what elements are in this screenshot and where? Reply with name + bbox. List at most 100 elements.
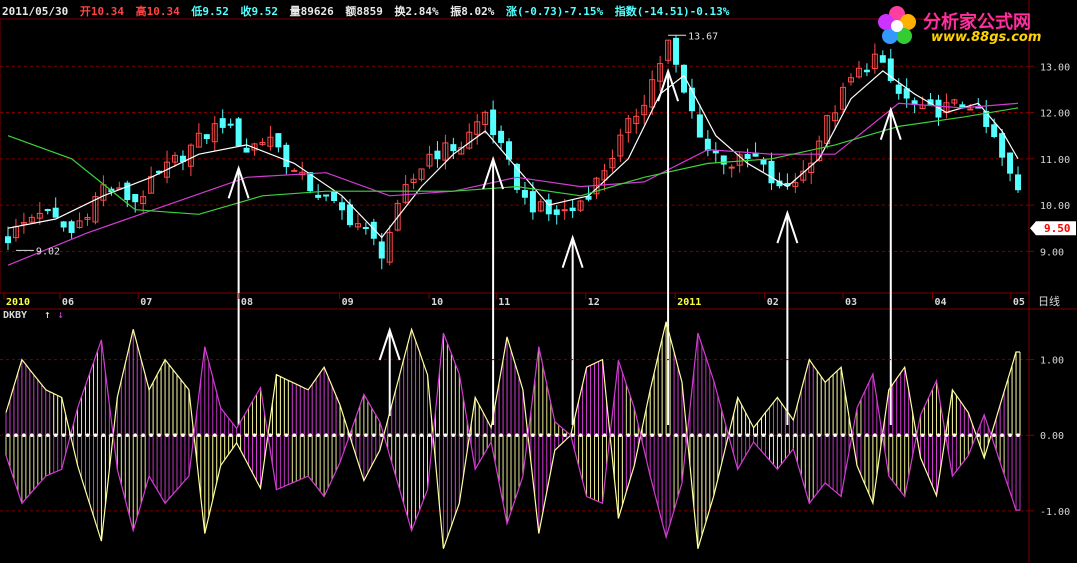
- zero-line-dot: [841, 433, 845, 438]
- zero-line-dot: [14, 433, 18, 438]
- zero-line-dot: [737, 433, 742, 438]
- min-price-label: 9.02: [36, 246, 60, 257]
- quote-change: 涨(-0.73)-7.15%: [505, 5, 604, 18]
- time-tick-label: 2010: [6, 297, 30, 308]
- zero-line-dot: [865, 433, 869, 438]
- candle-body: [545, 199, 552, 215]
- zero-line-dot: [316, 433, 320, 438]
- candle-body: [323, 194, 330, 197]
- moving-average-line: [7, 102, 1019, 266]
- legend-up-arrow-icon: ↑: [44, 308, 51, 321]
- zero-line-dot: [69, 433, 74, 438]
- candle-body: [521, 190, 528, 198]
- zero-line-dot: [165, 433, 169, 438]
- zero-line-dot: [523, 433, 527, 438]
- zero-line-dot: [252, 433, 257, 438]
- zero-line-dot: [801, 433, 806, 438]
- time-tick-label: 04: [935, 297, 947, 308]
- candle-body: [895, 84, 902, 94]
- candle-body: [339, 202, 346, 211]
- candle-body: [315, 194, 322, 198]
- time-tick-label: 02: [767, 297, 779, 308]
- zero-line-dot: [181, 433, 185, 438]
- zero-line-dot: [857, 433, 861, 438]
- zero-line-dot: [205, 433, 209, 438]
- candle-body: [346, 204, 353, 226]
- zero-line-dot: [610, 433, 615, 438]
- price-tick-label: 12.00: [1040, 109, 1070, 120]
- zero-line-dot: [212, 433, 217, 438]
- zero-line-dot: [244, 433, 249, 438]
- time-tick-label: 2011: [677, 297, 701, 308]
- candle-body: [283, 144, 290, 168]
- site-logo[interactable]: 分析家公式网 www.88gs.com: [875, 2, 1071, 50]
- zero-line-dot: [308, 433, 312, 438]
- moving-average-lines: [7, 70, 1019, 266]
- quote-volume: 量89626: [289, 5, 334, 18]
- zero-line-dot: [769, 433, 774, 438]
- zero-line-dot: [435, 433, 440, 438]
- moving-average-line: [7, 107, 1019, 215]
- zero-line-dot: [531, 433, 535, 438]
- zero-line-dot: [45, 433, 50, 438]
- zero-line-dot: [109, 433, 114, 438]
- candle-body: [498, 130, 505, 143]
- zero-line-dot: [706, 433, 710, 438]
- zero-line-dot: [658, 433, 662, 438]
- zero-line-dot: [220, 433, 225, 438]
- indicator-name: DKBY: [3, 310, 28, 321]
- candle-body: [529, 191, 536, 213]
- candle-body: [696, 114, 703, 138]
- zero-line-dot: [817, 433, 821, 438]
- zero-line-dot: [467, 433, 472, 438]
- zero-line-dot: [729, 433, 734, 438]
- time-tick-label: 06: [62, 297, 74, 308]
- zero-line-dot: [117, 433, 122, 438]
- candle-body: [219, 118, 226, 128]
- zero-line-dot: [419, 433, 424, 438]
- zero-line-dot: [515, 433, 519, 438]
- zero-line-dot: [133, 433, 138, 438]
- zero-line-dot: [387, 433, 392, 438]
- candle-body: [704, 138, 711, 151]
- time-tick-label: 09: [342, 297, 354, 308]
- zero-line-dot: [173, 433, 177, 438]
- candle-body: [203, 134, 210, 140]
- zero-line-dot: [149, 433, 153, 438]
- quote-amount: 额8859: [345, 5, 383, 18]
- candle-body: [1015, 174, 1022, 191]
- zero-line-dot: [554, 433, 559, 438]
- zero-line-dot: [650, 433, 654, 438]
- zero-line-dot: [141, 433, 145, 438]
- zero-line-dot: [928, 433, 933, 438]
- zero-line-dot: [451, 433, 456, 438]
- zero-line-dot: [634, 433, 639, 438]
- zero-line-dot: [340, 433, 344, 438]
- candle-body: [712, 150, 719, 154]
- time-tick-label: 10: [431, 297, 443, 308]
- zero-line-dot: [833, 433, 837, 438]
- zero-line-dot: [332, 433, 336, 438]
- quote-header: 2011/05/30 开10.34 高10.34 低9.52 收9.52 量89…: [2, 3, 734, 19]
- zero-line-dot: [300, 433, 305, 438]
- zero-line-dot: [22, 433, 26, 438]
- zero-line-dot: [761, 433, 766, 438]
- zero-line-dot: [1008, 433, 1012, 438]
- zero-line-dot: [356, 433, 360, 438]
- quote-date: 2011/05/30: [2, 5, 69, 18]
- zero-line-dot: [284, 433, 289, 438]
- zero-line-dot: [666, 433, 670, 438]
- zero-line-dot: [292, 433, 297, 438]
- candle-body: [863, 69, 870, 73]
- zero-line-dot: [992, 433, 996, 438]
- quote-open: 开10.34: [79, 5, 124, 18]
- candle-body: [331, 191, 338, 202]
- zero-line-dot: [507, 433, 511, 438]
- zero-line-dot: [236, 433, 241, 438]
- zero-line-dot: [1016, 433, 1020, 438]
- candlesticks[interactable]: [4, 35, 1022, 270]
- candle-body: [235, 118, 242, 147]
- zero-line-dot: [1000, 433, 1004, 438]
- price-tick-label: 9.00: [1040, 247, 1064, 258]
- zero-line-dot: [570, 433, 575, 438]
